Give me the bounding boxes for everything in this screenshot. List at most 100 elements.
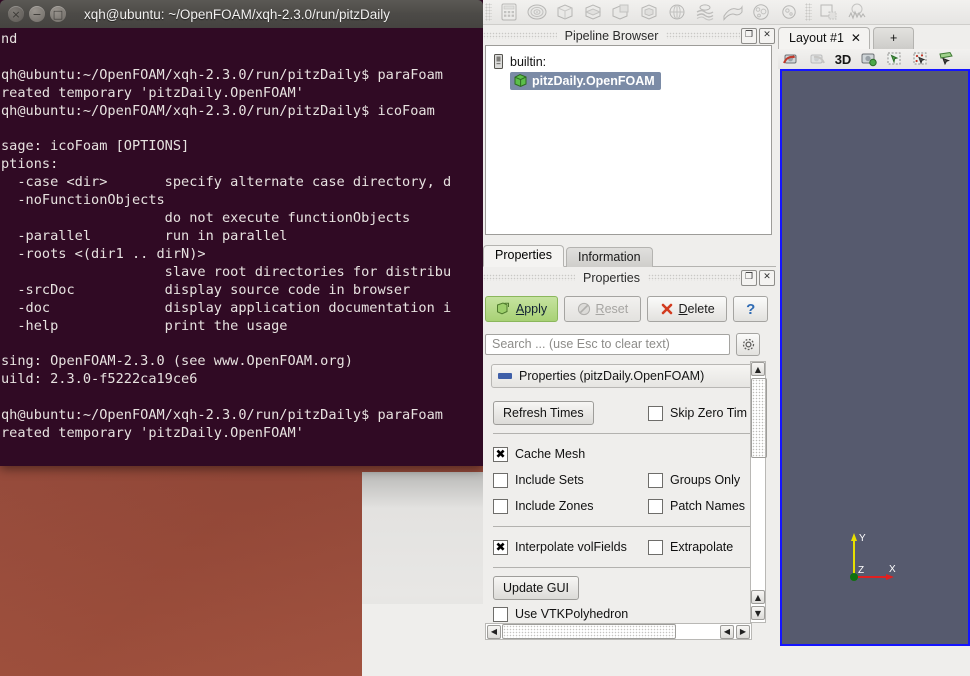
properties-close-button[interactable]: ✕ <box>759 269 776 286</box>
select-frustum-icon[interactable] <box>934 50 960 68</box>
properties-search-row <box>485 332 774 356</box>
vertical-scroll-thumb[interactable] <box>751 378 767 458</box>
use-vtk-polyhedron-checkbox[interactable]: Use VTKPolyhedron <box>493 606 628 622</box>
question-icon: ? <box>746 300 756 318</box>
properties-search-input[interactable] <box>485 333 730 355</box>
groups-only-checkbox[interactable]: Groups Only <box>648 472 740 488</box>
properties-vertical-scrollbar[interactable]: ▲ ▲ ▼ <box>750 361 767 623</box>
hscroll-left-button-2[interactable]: ◀ <box>720 624 734 639</box>
pipeline-item-selected[interactable]: pitzDaily.OpenFOAM <box>510 71 661 90</box>
pipeline-item-builtin[interactable]: builtin: <box>490 52 767 71</box>
terminal-window[interactable]: × − □ xqh@ubuntu: ~/OpenFOAM/xqh-2.3.0/r… <box>0 0 483 466</box>
render-view-3d[interactable]: Y X Z <box>780 69 970 646</box>
pipeline-item-pitzdaily[interactable]: pitzDaily.OpenFOAM <box>490 71 767 90</box>
include-sets-checkbox[interactable]: Include Sets <box>493 472 584 488</box>
extract-level-icon[interactable] <box>775 1 803 23</box>
terminal-minimize-button[interactable]: − <box>29 6 45 22</box>
gear-icon <box>742 338 754 350</box>
rectilinear-icon[interactable] <box>815 1 843 23</box>
update-gui-button[interactable]: Update GUI <box>493 576 580 600</box>
toolbar-grip-2[interactable] <box>805 3 812 21</box>
hscroll-left-button[interactable]: ◀ <box>487 624 501 639</box>
delete-mnemonic: D <box>678 302 688 316</box>
reset-mnemonic: R <box>595 302 605 316</box>
dock-drag-handle[interactable] <box>483 32 557 39</box>
help-button[interactable]: ? <box>733 296 769 322</box>
stream-tracer-icon[interactable] <box>691 1 719 23</box>
terminal-maximize-button[interactable]: □ <box>50 6 66 22</box>
view-toolbar[interactable]: 3D <box>778 49 970 69</box>
terminal-line: nd <box>1 31 18 47</box>
extract-subset-icon[interactable] <box>635 1 663 23</box>
pipeline-close-button[interactable]: ✕ <box>759 27 776 44</box>
terminal-line: qh@ubuntu:~/OpenFOAM/xqh-2.3.0/run/pitzD… <box>1 407 443 424</box>
contour-icon[interactable] <box>523 1 551 23</box>
pipeline-browser-title: Pipeline Browser <box>564 28 659 43</box>
orientation-axes: Y X Z <box>850 533 896 581</box>
apply-button[interactable]: Apply <box>485 296 558 322</box>
glyph-icon[interactable] <box>663 1 691 23</box>
terminal-line: slave root directories for distribu <box>1 263 452 280</box>
properties-settings-button[interactable] <box>736 332 760 356</box>
properties-dock-drag-handle-right[interactable] <box>648 274 741 281</box>
apply-icon <box>496 302 511 316</box>
layout-tabbar[interactable]: Layout #1 ✕ + <box>778 26 970 49</box>
tab-layout-1[interactable]: Layout #1 ✕ <box>778 27 870 49</box>
pipeline-browser-titlebar[interactable]: Pipeline Browser ❐ ✕ <box>483 26 776 45</box>
terminal-close-button[interactable]: × <box>8 6 24 22</box>
patch-names-checkbox[interactable]: Patch Names <box>648 498 745 514</box>
filters-toolbar[interactable] <box>483 0 970 25</box>
properties-scroll-area[interactable]: Properties (pitzDaily.OpenFOAM) Refresh … <box>485 361 774 623</box>
warp-icon[interactable] <box>719 1 747 23</box>
skip-zero-time-checkbox[interactable]: Skip Zero Tim <box>648 405 747 421</box>
refresh-times-button[interactable]: Refresh Times <box>493 401 594 425</box>
select-surface-points-icon[interactable] <box>908 50 934 68</box>
row-include-zones: Include Zones Patch Names <box>493 493 774 519</box>
scroll-up-button-2[interactable]: ▲ <box>751 590 765 604</box>
horizontal-scroll-thumb[interactable] <box>502 624 676 639</box>
clip-icon[interactable] <box>551 1 579 23</box>
view-type-3d-label[interactable]: 3D <box>830 50 856 68</box>
threshold-icon[interactable] <box>607 1 635 23</box>
pipeline-tree[interactable]: builtin: pitzDaily.OpenFOAM <box>485 45 772 235</box>
scroll-down-button[interactable]: ▼ <box>751 606 765 620</box>
terminal-output[interactable]: nd qh@ubuntu:~/OpenFOAM/xqh-2.3.0/run/pi… <box>0 28 483 466</box>
delete-button[interactable]: Delete <box>646 296 728 322</box>
toolbar-grip[interactable] <box>485 3 492 21</box>
properties-dock-drag-handle[interactable] <box>483 274 576 281</box>
properties-dock-titlebar[interactable]: Properties ❐ ✕ <box>483 268 776 287</box>
cache-mesh-checkbox[interactable]: ✖ Cache Mesh <box>493 446 585 462</box>
checkbox-box <box>648 405 663 421</box>
new-layout-tab-button[interactable]: + <box>872 27 915 49</box>
include-zones-checkbox[interactable]: Include Zones <box>493 498 594 514</box>
tab-properties[interactable]: Properties <box>483 245 564 267</box>
hscroll-right-button[interactable]: ▶ <box>736 624 750 639</box>
pipeline-float-button[interactable]: ❐ <box>741 27 758 44</box>
checkbox-box <box>493 472 508 488</box>
slice-icon[interactable] <box>579 1 607 23</box>
camera-icon[interactable] <box>856 50 882 68</box>
select-surface-cells-icon[interactable] <box>882 50 908 68</box>
properties-float-button[interactable]: ❐ <box>741 269 758 286</box>
extrapolate-checkbox[interactable]: Extrapolate <box>648 539 733 555</box>
interpolate-volfields-checkbox[interactable]: ✖ Interpolate volFields <box>493 539 627 555</box>
reset-button[interactable]: Reset <box>563 296 641 322</box>
minimize-icon: − <box>32 7 42 21</box>
terminal-titlebar[interactable]: × − □ xqh@ubuntu: ~/OpenFOAM/xqh-2.3.0/r… <box>0 0 483 28</box>
pipeline-browser-panel: Pipeline Browser ❐ ✕ builtin: pitzDaily.… <box>483 26 776 238</box>
dock-drag-handle-right[interactable] <box>666 32 741 39</box>
redo-camera-icon[interactable] <box>804 50 830 68</box>
terminal-line: -srcDoc display source code in browser <box>1 281 411 298</box>
scroll-up-button[interactable]: ▲ <box>751 362 765 376</box>
properties-tabbar[interactable]: Properties Information <box>483 245 776 267</box>
terminal-line: -doc display application documentation i <box>1 299 452 316</box>
tab-information[interactable]: Information <box>565 247 653 267</box>
plot-over-line-icon[interactable] <box>843 1 871 23</box>
properties-group-header[interactable]: Properties (pitzDaily.OpenFOAM) <box>491 364 755 388</box>
calculator-icon[interactable] <box>495 1 523 23</box>
group-datasets-icon[interactable] <box>747 1 775 23</box>
undo-camera-icon[interactable] <box>778 50 804 68</box>
close-icon[interactable]: ✕ <box>851 31 861 45</box>
properties-horizontal-scrollbar[interactable]: ◀ ◀ ▶ <box>485 623 752 640</box>
